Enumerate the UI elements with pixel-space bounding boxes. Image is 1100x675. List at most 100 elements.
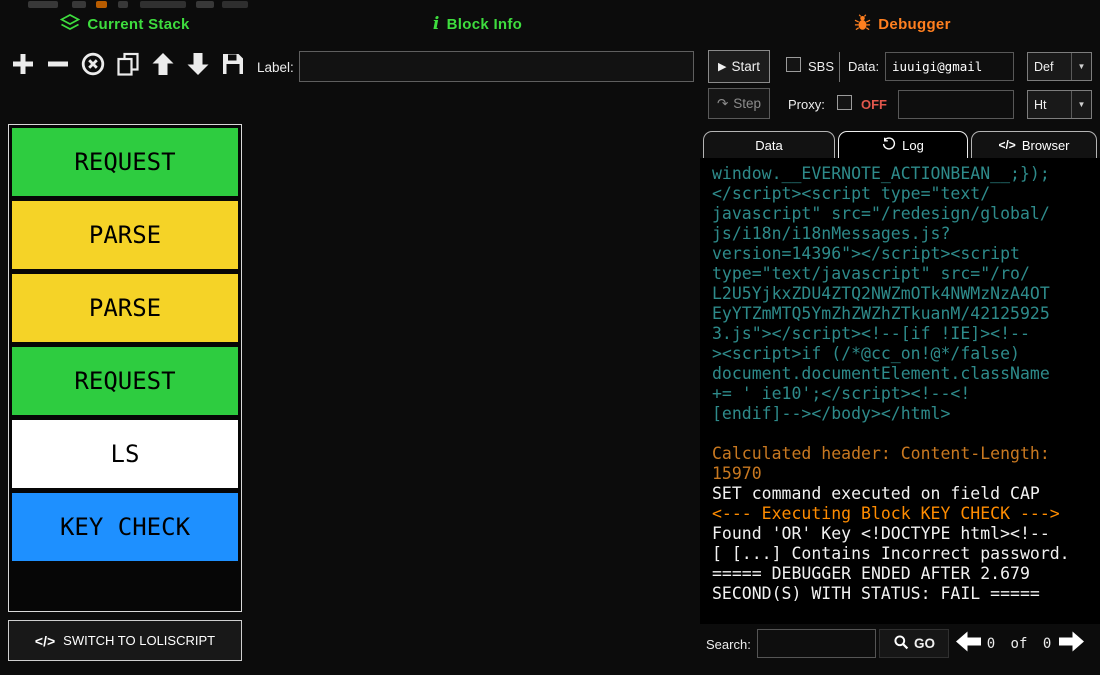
log-line: L2U5YjkxZDU4ZTQ2NWZmOTk4NWMzNzA4OT — [712, 284, 1100, 304]
step-label: Step — [733, 96, 761, 111]
save-config-button[interactable] — [218, 50, 247, 80]
stack-panel: REQUESTPARSEPARSEREQUESTLSKEY CHECK — [8, 124, 242, 612]
block-info-header: i Block Info — [250, 13, 705, 35]
log-line: 3.js"></script><!--[if !IE]><!-- — [712, 324, 1100, 344]
proxy-caption: Proxy: — [788, 97, 825, 112]
arrow-left-icon — [955, 630, 982, 656]
next-result-button[interactable] — [1057, 630, 1086, 656]
log-line: version=14396"></script><script — [712, 244, 1100, 264]
arrow-right-icon — [1058, 630, 1085, 656]
log-line: SECOND(S) WITH STATUS: FAIL ===== — [712, 584, 1100, 604]
remove-block-button[interactable] — [43, 50, 72, 80]
titlebar-remnant — [0, 0, 1100, 10]
debug-data-input[interactable] — [885, 52, 1014, 81]
switch-label: SWITCH TO LOLISCRIPT — [63, 633, 215, 648]
delete-block-button[interactable] — [78, 50, 107, 80]
switch-to-loliscript-button[interactable]: </> SWITCH TO LOLISCRIPT — [8, 620, 242, 661]
block-info-title: Block Info — [447, 16, 523, 33]
code-icon: </> — [998, 138, 1015, 152]
proxy-checkbox[interactable] — [837, 95, 852, 110]
start-button[interactable]: ▶ Start — [708, 50, 770, 83]
clone-block-button[interactable] — [113, 50, 142, 80]
tab-browser[interactable]: </> Browser — [971, 131, 1097, 158]
log-line: EyYTZmMTQ5YmZhZWZhZTkuanM/42125925 — [712, 304, 1100, 324]
go-button[interactable]: GO — [879, 629, 949, 658]
stack-block-key-check[interactable]: KEY CHECK — [12, 493, 238, 561]
openbullet-stacker-window: Current Stack i Block Info Debugger — [0, 0, 1100, 675]
tab-data[interactable]: Data — [703, 131, 835, 158]
clone-icon — [115, 51, 141, 80]
log-line: window.__EVERNOTE_ACTIONBEAN__;}); — [712, 164, 1100, 184]
play-icon: ▶ — [718, 60, 726, 73]
stack-block-parse[interactable]: PARSE — [12, 274, 238, 342]
current-stack-title: Current Stack — [87, 16, 189, 33]
titlebar-icon — [28, 1, 58, 8]
history-icon — [882, 137, 896, 154]
proxy-type-value: Ht — [1028, 91, 1071, 118]
proxy-off-label: OFF — [861, 97, 887, 112]
proxy-type-dropdown[interactable]: Ht ▼ — [1027, 90, 1092, 119]
block-label-input[interactable] — [299, 51, 694, 82]
debugger-title: Debugger — [878, 16, 950, 33]
log-line: ><script>if (/*@cc_on!@*/false) — [712, 344, 1100, 364]
label-caption: Label: — [257, 60, 294, 75]
stack-toolbar — [8, 48, 250, 82]
chevron-down-icon: ▼ — [1071, 53, 1091, 80]
tab-browser-label: Browser — [1022, 138, 1070, 153]
stack-block-request[interactable]: REQUEST — [12, 347, 238, 415]
titlebar-icon — [72, 1, 86, 8]
floppy-icon — [220, 51, 246, 80]
chevron-down-icon: ▼ — [1071, 91, 1091, 118]
code-icon: </> — [35, 633, 55, 649]
start-label: Start — [731, 59, 760, 74]
search-icon — [893, 634, 909, 653]
proxy-input[interactable] — [898, 90, 1014, 119]
titlebar-icon — [118, 1, 128, 8]
log-output[interactable]: window.__EVERNOTE_ACTIONBEAN__;});</scri… — [700, 158, 1100, 624]
add-block-button[interactable] — [8, 50, 37, 80]
log-line — [712, 424, 1100, 444]
titlebar-icon — [96, 1, 107, 8]
search-caption: Search: — [706, 637, 751, 652]
stack-block-request[interactable]: REQUEST — [12, 128, 238, 196]
data-type-value: Def — [1028, 53, 1071, 80]
log-line: type="text/javascript" src="/ro/ — [712, 264, 1100, 284]
log-line: javascript" src="/redesign/global/ — [712, 204, 1100, 224]
sbs-checkbox[interactable] — [786, 57, 801, 72]
titlebar-icon — [222, 1, 248, 8]
result-counter: 0 of 0 — [985, 636, 1053, 652]
arrow-up-icon — [150, 51, 176, 80]
log-line: [endif]--></body></html> — [712, 404, 1100, 424]
log-line: <--- Executing Block KEY CHECK ---> — [712, 504, 1100, 524]
stack-block-ls[interactable]: LS — [12, 420, 238, 488]
move-up-button[interactable] — [148, 50, 177, 80]
tab-log-label: Log — [902, 138, 924, 153]
bug-icon — [854, 14, 871, 35]
vertical-divider — [839, 52, 840, 82]
log-line: js/i18n/i18nMessages.js? — [712, 224, 1100, 244]
titlebar-icon — [140, 1, 186, 8]
log-line: document.documentElement.className — [712, 364, 1100, 384]
data-caption: Data: — [848, 59, 879, 74]
info-icon: i — [433, 14, 440, 34]
log-line: ===== DEBUGGER ENDED AFTER 2.679 — [712, 564, 1100, 584]
log-line: += ' ie10';</script><!--<! — [712, 384, 1100, 404]
tab-data-label: Data — [755, 138, 782, 153]
log-search-input[interactable] — [757, 629, 876, 658]
minus-icon — [45, 51, 71, 80]
step-button[interactable]: ↷ Step — [708, 88, 770, 119]
plus-icon — [10, 51, 36, 80]
log-line: </script><script type="text/ — [712, 184, 1100, 204]
stack-icon — [60, 14, 80, 35]
prev-result-button[interactable] — [954, 630, 983, 656]
stack-list: REQUESTPARSEPARSEREQUESTLSKEY CHECK — [12, 128, 238, 561]
go-label: GO — [914, 636, 935, 651]
stack-block-parse[interactable]: PARSE — [12, 201, 238, 269]
log-line: Calculated header: Content-Length: — [712, 444, 1100, 464]
data-type-dropdown[interactable]: Def ▼ — [1027, 52, 1092, 81]
arrow-down-icon — [185, 51, 211, 80]
log-line: [ [...] Contains Incorrect password. — [712, 544, 1100, 564]
move-down-button[interactable] — [183, 50, 212, 80]
titlebar-icon — [196, 1, 214, 8]
tab-log[interactable]: Log — [838, 131, 968, 158]
